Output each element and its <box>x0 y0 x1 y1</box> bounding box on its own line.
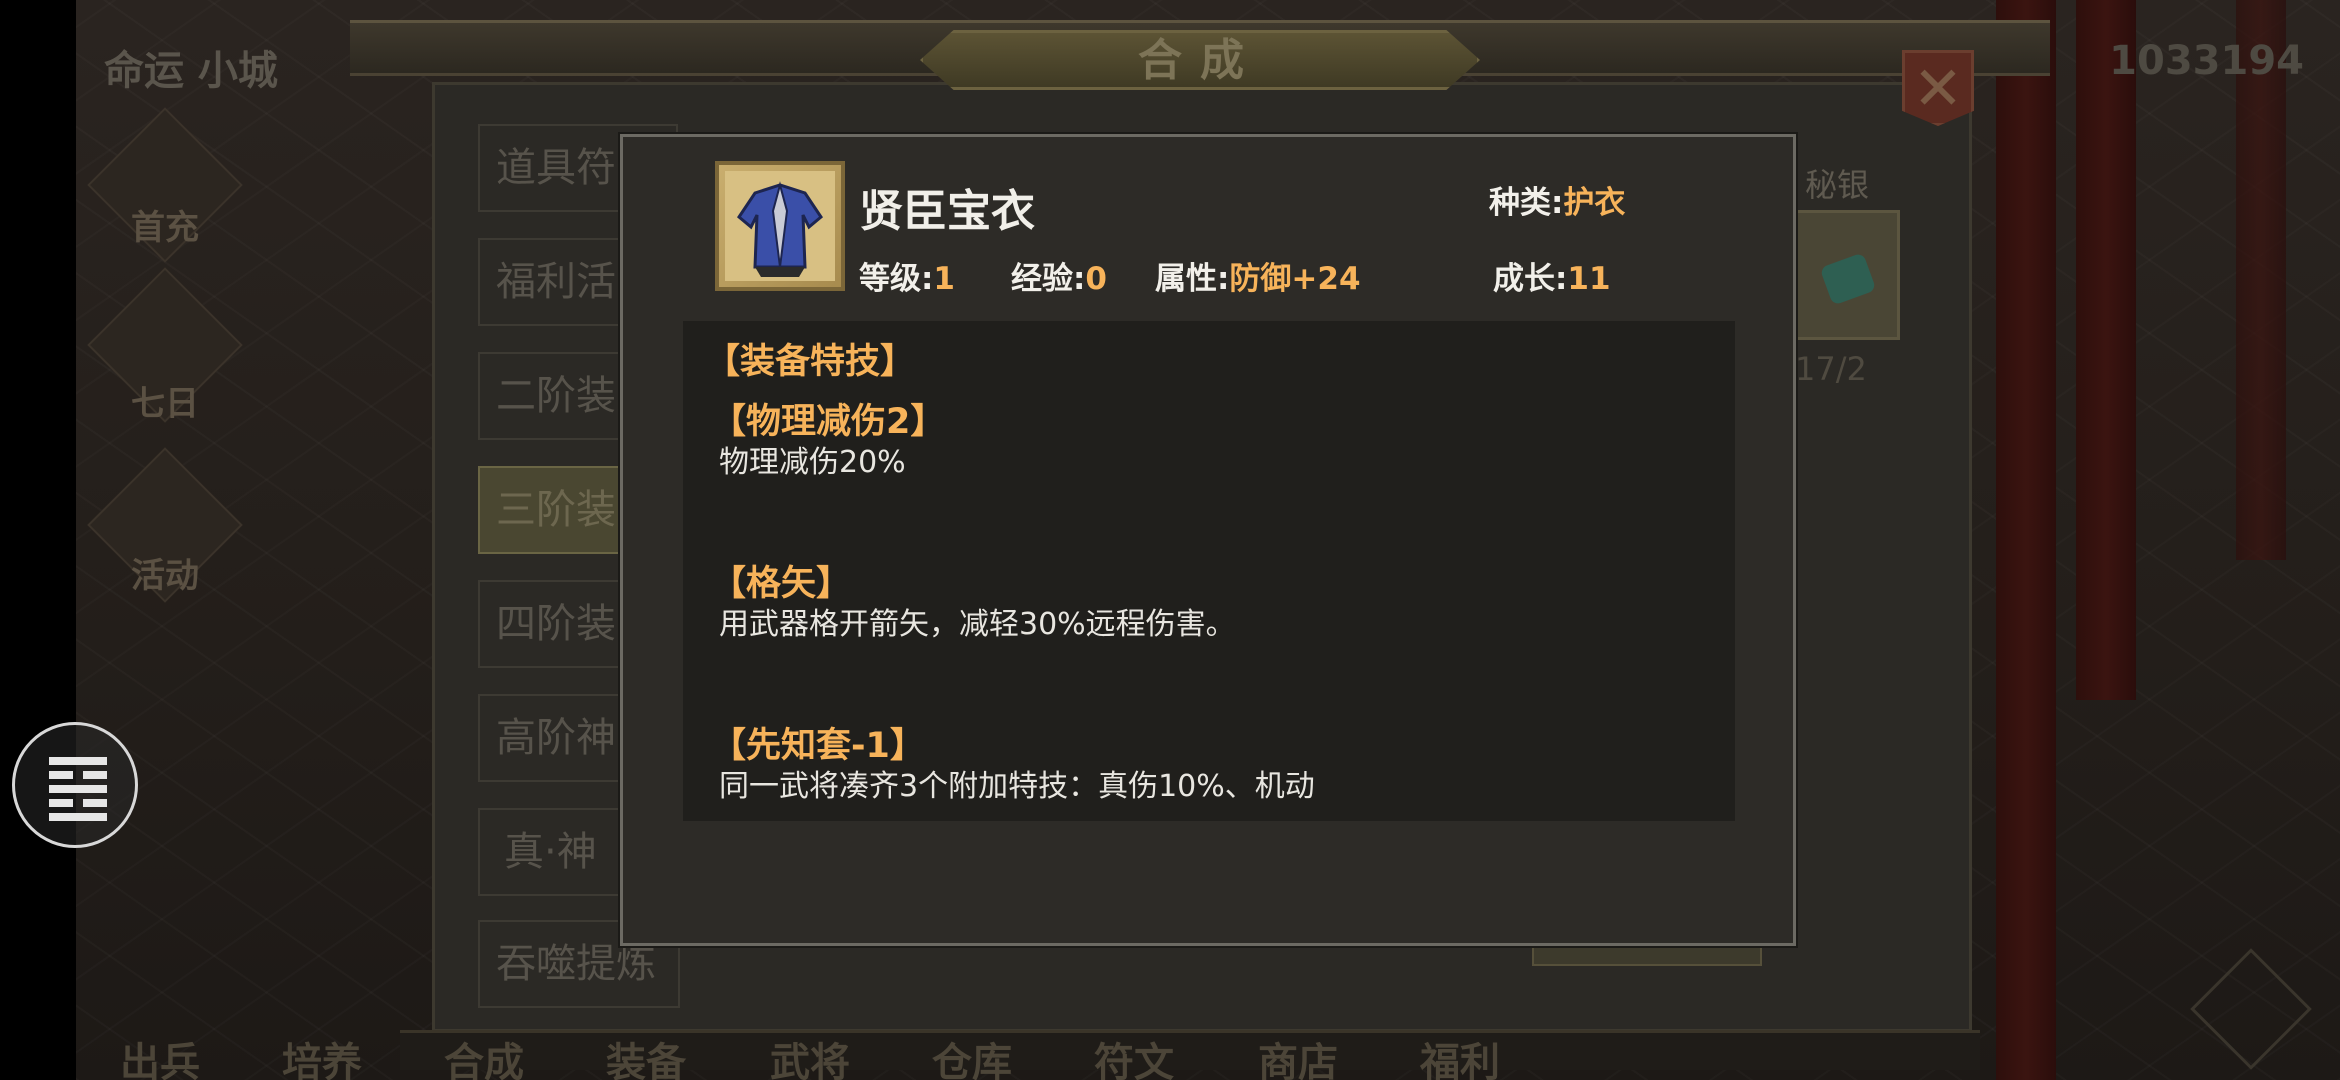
exp-value: 0 <box>1085 261 1107 297</box>
item-exp: 经验:0 <box>1011 253 1107 298</box>
nav-item[interactable]: 商店 <box>1258 1030 1338 1080</box>
city-name: 命运 小城 <box>104 47 278 94</box>
window-title: 合成 <box>1138 35 1262 86</box>
growth-label: 成长: <box>1493 261 1568 297</box>
hexagram-line <box>49 813 107 821</box>
item-name: 贤臣宝衣 <box>859 186 1035 237</box>
item-detail-popup: 贤臣宝衣 种类:护衣 等级:1 经验:0 属性:防御+24 成长:11 【装备特… <box>620 134 1796 946</box>
gem-icon <box>1819 252 1877 306</box>
hexagram-line <box>83 799 107 807</box>
close-button[interactable]: ✕ <box>1902 50 1974 126</box>
item-growth: 成长:11 <box>1493 253 1611 298</box>
item-type: 种类:护衣 <box>1489 177 1625 222</box>
nav-item[interactable]: 福利 <box>1420 1030 1500 1080</box>
skill-desc: 物理减伤20% <box>719 445 906 480</box>
attr-label: 属性: <box>1155 261 1230 297</box>
hexagram-line <box>49 799 73 807</box>
hexagram-line <box>49 771 73 779</box>
nav-item[interactable]: 出兵 <box>120 1030 200 1080</box>
hexagram-line <box>83 771 107 779</box>
exp-label: 经验: <box>1011 261 1086 297</box>
material-count: 17/2 <box>1795 350 1867 388</box>
level-label: 等级: <box>859 261 934 297</box>
window-title-plate: 合成 <box>920 30 1480 90</box>
skill-desc: 同一武将凑齐3个附加特技：真伤10%、机动 <box>719 769 1315 804</box>
type-value: 护衣 <box>1563 185 1626 221</box>
floating-assist-button[interactable] <box>12 722 138 848</box>
item-icon-frame <box>715 161 845 291</box>
nav-item[interactable]: 装备 <box>606 1030 686 1080</box>
close-icon: ✕ <box>1912 54 1964 124</box>
attr-value: 防御+24 <box>1229 261 1361 297</box>
nav-item[interactable]: 符文 <box>1094 1030 1174 1080</box>
nav-item[interactable]: 合成 <box>444 1030 524 1080</box>
material-name: 秘银 <box>1805 166 1870 204</box>
gold-count: 1033194 <box>2109 38 2304 84</box>
nav-item[interactable]: 仓库 <box>932 1030 1012 1080</box>
nav-item[interactable]: 培养 <box>282 1030 362 1080</box>
level-value: 1 <box>933 261 955 297</box>
nav-item[interactable]: 武将 <box>770 1030 850 1080</box>
side-menu-label: 七日 <box>131 384 199 424</box>
material-slot[interactable] <box>1790 210 1900 340</box>
item-icon-bg <box>725 171 835 281</box>
side-menu-label: 首充 <box>131 208 199 248</box>
item-attribute: 属性:防御+24 <box>1155 253 1361 298</box>
skill-description-panel: 【装备特技】 【物理减伤2】 物理减伤20% 【格矢】 用武器格开箭矢，减轻30… <box>683 321 1735 821</box>
hexagram-line <box>49 757 107 765</box>
item-level: 等级:1 <box>859 253 955 298</box>
blue-robe-icon <box>737 181 823 277</box>
side-menu-label: 活动 <box>131 556 199 596</box>
hexagram-line <box>49 785 107 793</box>
growth-value: 11 <box>1567 261 1611 297</box>
skill-desc: 用武器格开箭矢，减轻30%远程伤害。 <box>719 607 1236 642</box>
type-label: 种类: <box>1489 185 1564 221</box>
skills-section-title: 【装备特技】 <box>705 342 916 382</box>
